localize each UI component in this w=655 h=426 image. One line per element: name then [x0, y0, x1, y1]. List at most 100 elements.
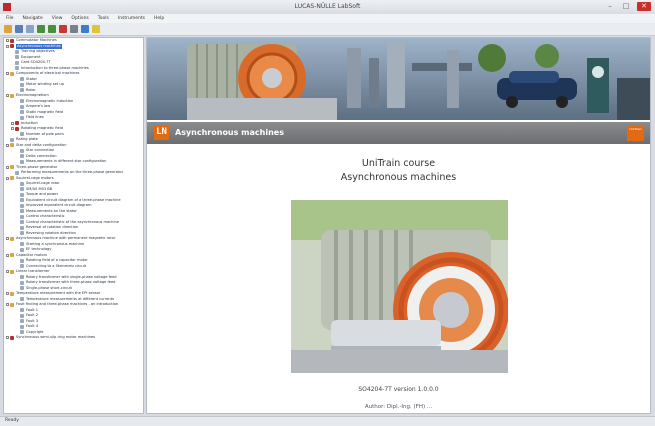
forward-icon[interactable]	[48, 25, 56, 33]
page-icon	[15, 49, 19, 54]
collapse-icon[interactable]	[6, 253, 9, 257]
page-icon	[20, 82, 24, 87]
folder-icon	[10, 269, 14, 274]
course-author: Author: Dipl.-Ing. (FH) ...	[364, 404, 433, 410]
search-icon[interactable]	[70, 25, 78, 33]
expand-icon[interactable]	[11, 127, 14, 130]
maximize-button[interactable]: □	[621, 2, 631, 11]
content-pane: LN Asynchronous machines UniTrain UniTra…	[146, 37, 651, 414]
book-icon	[15, 121, 19, 125]
page-icon	[15, 66, 19, 70]
page-icon	[20, 203, 24, 208]
collapse-icon[interactable]	[6, 44, 9, 48]
motor-photo-image	[291, 200, 508, 373]
menu-tools[interactable]: Tools	[98, 14, 109, 23]
folder-icon	[10, 143, 14, 147]
page-icon	[15, 55, 19, 59]
print-icon[interactable]	[26, 25, 34, 33]
collapse-icon[interactable]	[6, 237, 9, 240]
page-icon	[20, 198, 24, 202]
page-icon	[20, 324, 24, 329]
page-icon	[20, 258, 24, 263]
page-icon	[20, 148, 24, 153]
tree-item-label: Synchronous semi-slip-ring motor machine…	[16, 335, 96, 339]
window-title: LUCAS-NÜLLE LabSoft	[294, 3, 361, 10]
page-icon	[10, 137, 14, 142]
page-icon	[20, 187, 24, 191]
menu-navigate[interactable]: Navigate	[23, 14, 43, 23]
menu-file[interactable]: File	[6, 14, 14, 23]
title-bar: LUCAS-NÜLLE LabSoft – □ ✕	[0, 0, 655, 15]
menu-options[interactable]: Options	[71, 14, 88, 23]
save-icon[interactable]	[15, 25, 23, 33]
home-icon[interactable]	[59, 25, 67, 33]
back-icon[interactable]	[37, 25, 45, 33]
page-icon	[20, 154, 24, 158]
close-button[interactable]: ✕	[637, 2, 651, 11]
collapse-icon[interactable]	[6, 143, 9, 147]
collapse-icon[interactable]	[6, 270, 9, 273]
page-icon	[20, 275, 24, 279]
page-icon	[20, 231, 24, 235]
page-icon	[20, 192, 24, 197]
collapse-icon[interactable]	[6, 72, 9, 75]
unitrain-badge: UniTrain	[627, 125, 644, 141]
lucas-nuelle-logo: LN	[154, 125, 169, 140]
page-icon	[20, 99, 24, 103]
folder-icon	[10, 165, 14, 169]
page-icon	[20, 132, 24, 136]
page-icon	[20, 242, 24, 246]
menu-instruments[interactable]: Instruments	[118, 14, 145, 23]
folder-icon	[10, 253, 14, 257]
menu-bar: File Navigate View Options Tools Instrum…	[0, 14, 655, 23]
collapse-icon[interactable]	[6, 94, 9, 97]
hero-banner-image	[147, 38, 650, 120]
page-icon	[20, 104, 24, 109]
page-icon	[20, 319, 24, 323]
page-icon	[20, 110, 24, 114]
menu-help[interactable]: Help	[154, 14, 164, 23]
book-icon	[10, 38, 14, 43]
page-icon	[20, 159, 24, 164]
collapse-icon[interactable]	[6, 165, 9, 169]
book-icon	[15, 126, 19, 131]
page-icon	[20, 247, 24, 252]
folder-icon	[10, 176, 14, 180]
course-header-bar: LN Asynchronous machines UniTrain	[147, 122, 650, 144]
expand-icon[interactable]	[11, 121, 14, 125]
menu-view[interactable]: View	[52, 14, 63, 23]
page-icon	[20, 286, 24, 290]
course-title-line1: UniTrain course	[361, 158, 436, 169]
page-icon	[20, 297, 24, 301]
collapse-icon[interactable]	[6, 303, 9, 306]
folder-icon	[10, 93, 14, 98]
folder-icon	[10, 71, 14, 76]
course-version: SO4204-7T version 1.0.0.0	[358, 386, 439, 393]
page-icon	[20, 264, 24, 268]
page-icon	[20, 280, 24, 285]
course-tree[interactable]: Commutator Machines Asynchronous machines…	[3, 37, 144, 414]
page-icon	[20, 77, 24, 81]
page-icon	[20, 330, 24, 334]
tree-item[interactable]: Synchronous semi-slip-ring motor machine…	[4, 335, 143, 341]
collapse-icon[interactable]	[6, 292, 9, 295]
course-title-line2: Asynchronous machines	[340, 172, 457, 183]
page-icon	[15, 60, 19, 65]
page-icon	[20, 214, 24, 219]
status-text: Ready	[5, 418, 19, 423]
collapse-icon[interactable]	[6, 176, 9, 180]
expand-icon[interactable]	[6, 336, 9, 339]
open-icon[interactable]	[4, 25, 12, 33]
page-icon	[20, 225, 24, 230]
page-icon	[20, 220, 24, 224]
page-icon	[20, 181, 24, 186]
info-icon[interactable]	[81, 25, 89, 33]
page-icon	[15, 170, 19, 175]
minimize-button[interactable]: –	[605, 2, 615, 11]
page-icon	[20, 209, 24, 213]
course-header-title: Asynchronous machines	[175, 128, 284, 137]
help-icon[interactable]	[92, 25, 100, 33]
folder-icon	[10, 302, 14, 307]
expand-icon[interactable]	[6, 39, 9, 42]
book-icon	[10, 44, 14, 48]
